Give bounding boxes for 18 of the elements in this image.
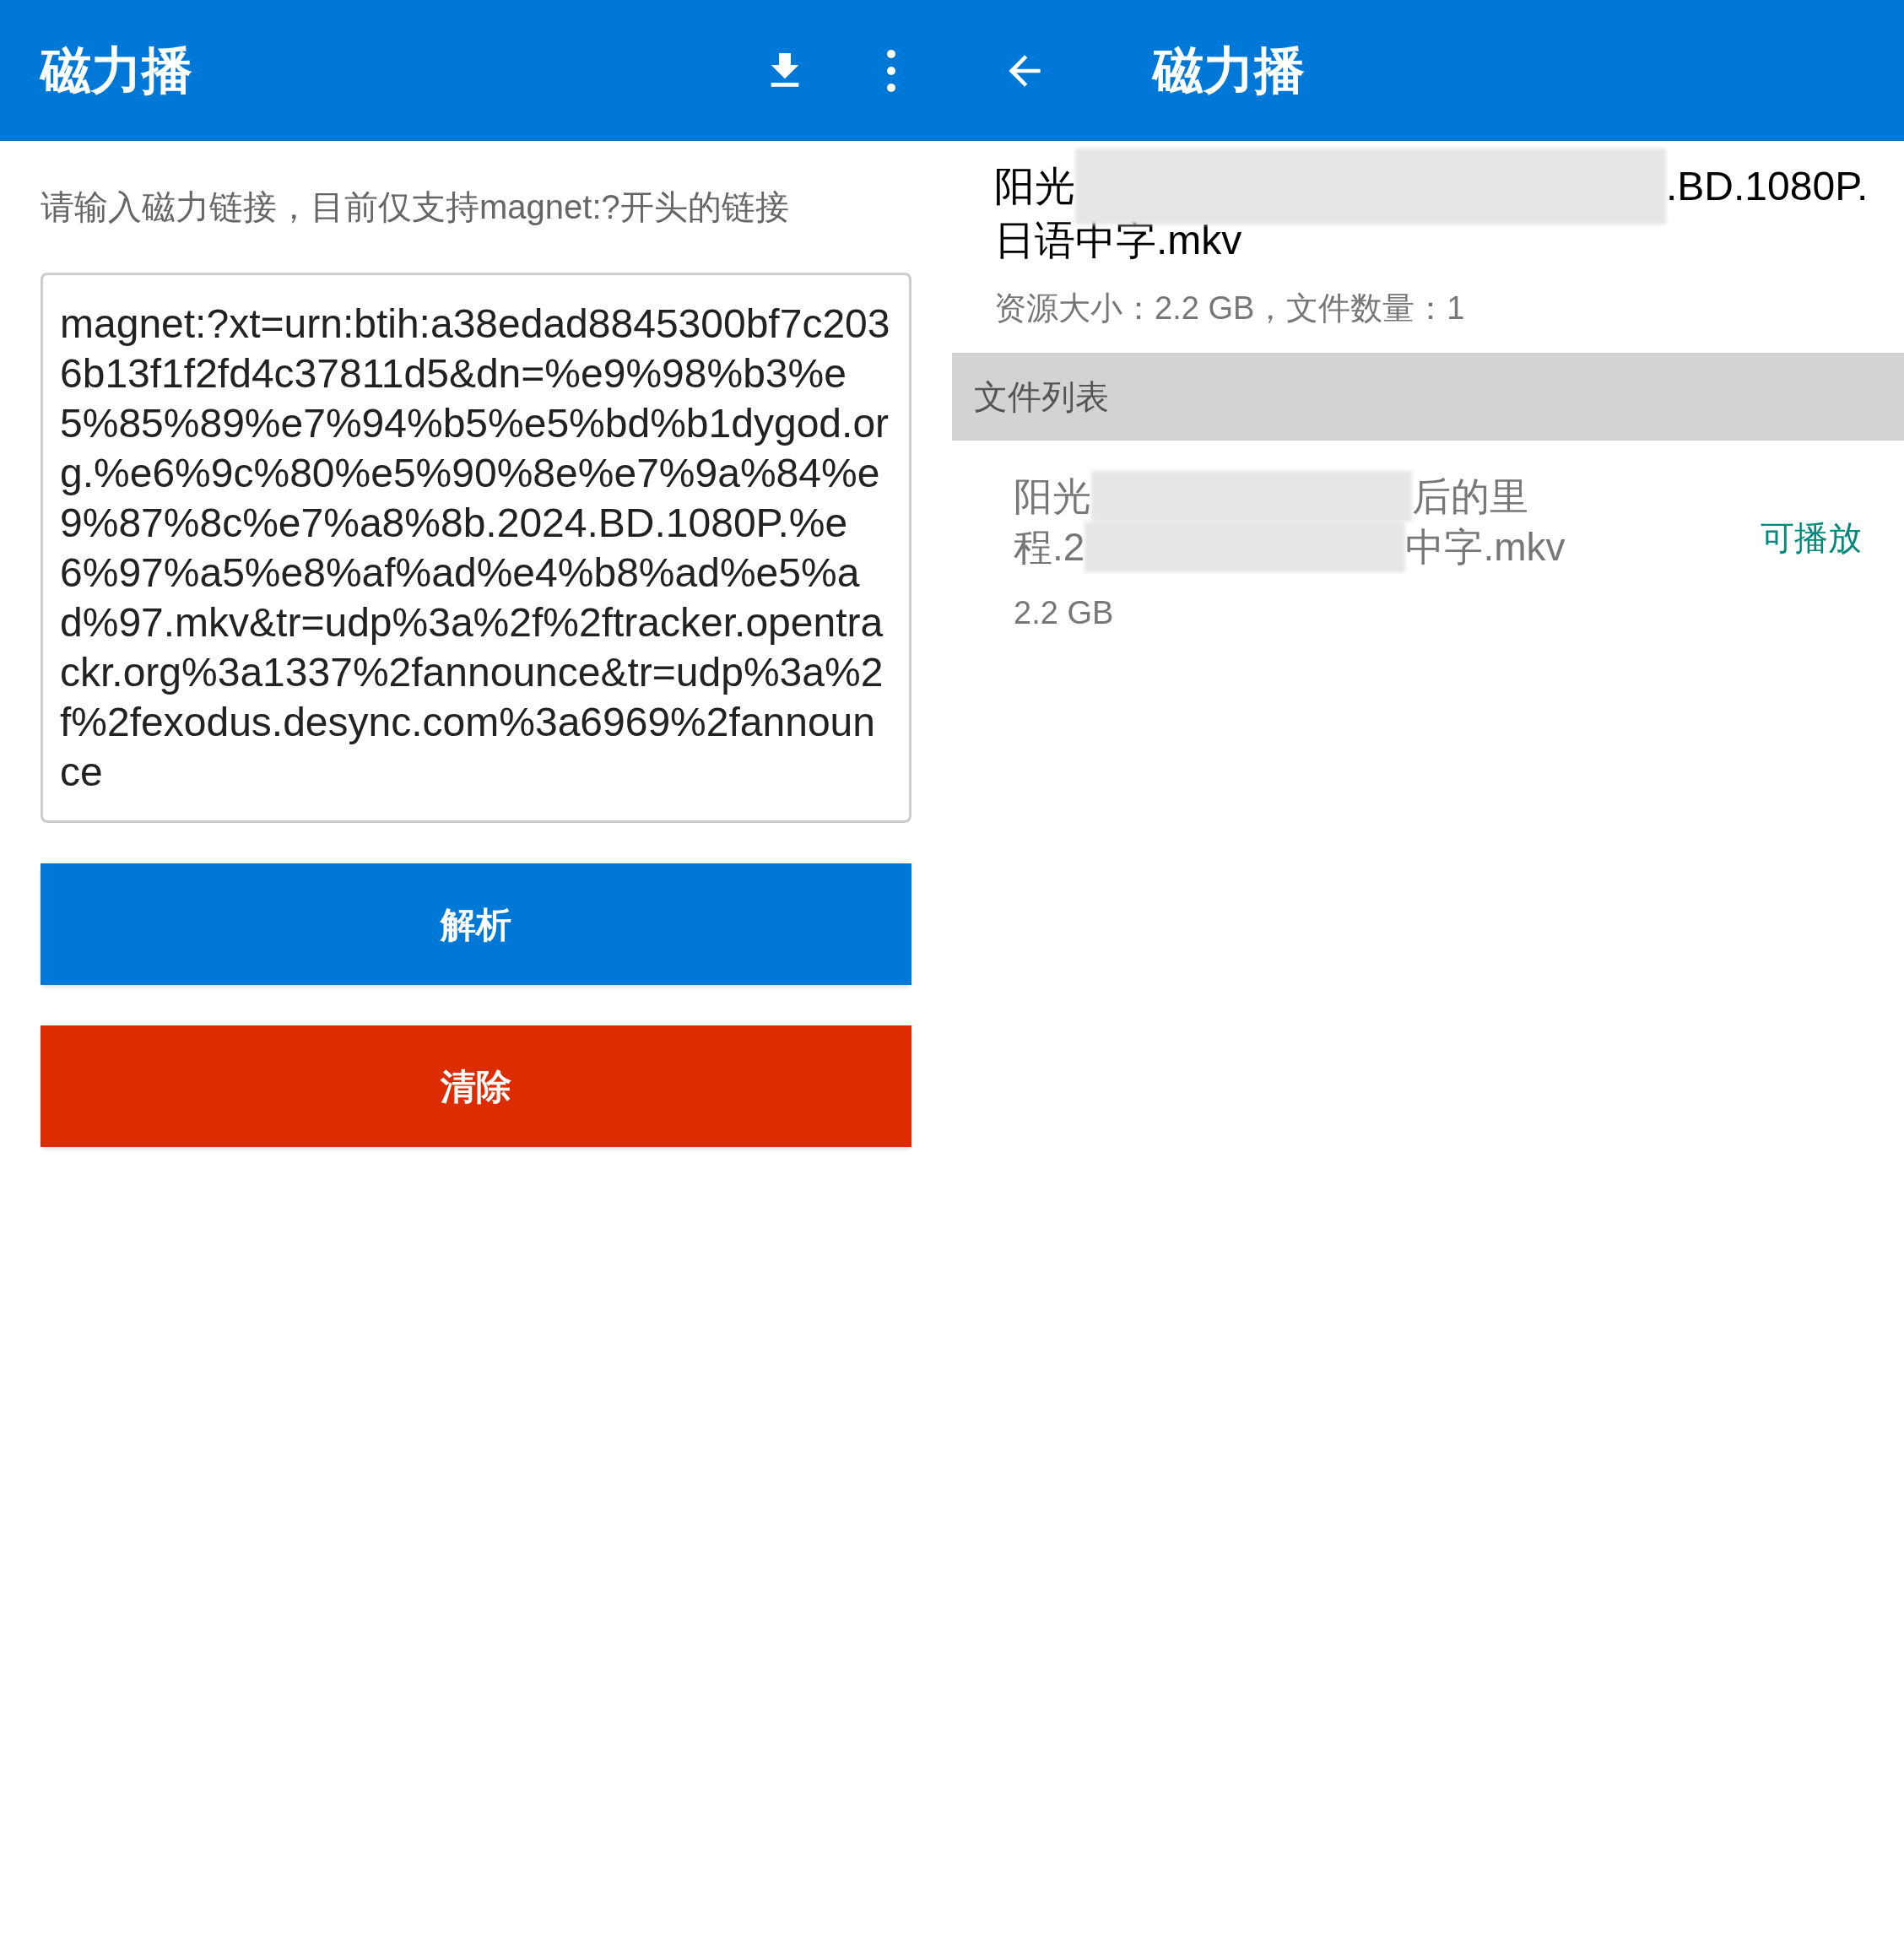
file-name: 阳光 bbox=[1014, 473, 1091, 520]
playable-label: 可播放 bbox=[1761, 517, 1862, 558]
file-name: 程.2 bbox=[1014, 523, 1085, 571]
app-title: 磁力播 bbox=[1153, 41, 1305, 100]
file-name: 后的里 bbox=[1412, 473, 1528, 520]
hint-text: 请输入磁力链接，目前仅支持magnet:?开头的链接 bbox=[41, 187, 790, 227]
magnet-input-field[interactable]: magnet:?xt=urn:btih:a38edad8845300bf7c2036b13f1f2fd4c37811d5&dn=%e9%98%b3%e5%85%89%e7%94%b5%e5%bd%b1dygod.org.%e6%9c%80%e5%90%8e%e7%9a%84%e9%87%8c%e7%a8%8b.2024.BD.1080P.%e6%97%a5%e8%af%ad%e4%b8%ad%e5%ad%97.mkv&tr=udp%3a%2f%2ftracker.opentrackr.org%3a1337%2fannounce&tr=udp%3a%2f%2fexodus.desync.com%3a6969%2fannounce bbox=[41, 273, 911, 823]
clear-button[interactable]: 清除 bbox=[41, 1025, 911, 1147]
section-header: 文件列表 bbox=[952, 353, 1904, 441]
resource-title: .BD.1080P. bbox=[1666, 163, 1869, 210]
parse-button[interactable]: 解析 bbox=[41, 863, 911, 985]
resource-title: 阳光 bbox=[994, 163, 1075, 210]
resource-title: 日语中字.mkv bbox=[994, 217, 1243, 264]
resource-info: 资源大小：2.2 GB，文件数量：1 bbox=[994, 289, 1466, 327]
file-name: 中字.mkv bbox=[1405, 523, 1566, 571]
file-size: 2.2 GB bbox=[1014, 594, 1115, 632]
app-title: 磁力播 bbox=[41, 41, 193, 100]
file-item[interactable]: 阳光 后的里 程.2 中字.mkv 2.2 GB 可播放 bbox=[952, 441, 1904, 637]
